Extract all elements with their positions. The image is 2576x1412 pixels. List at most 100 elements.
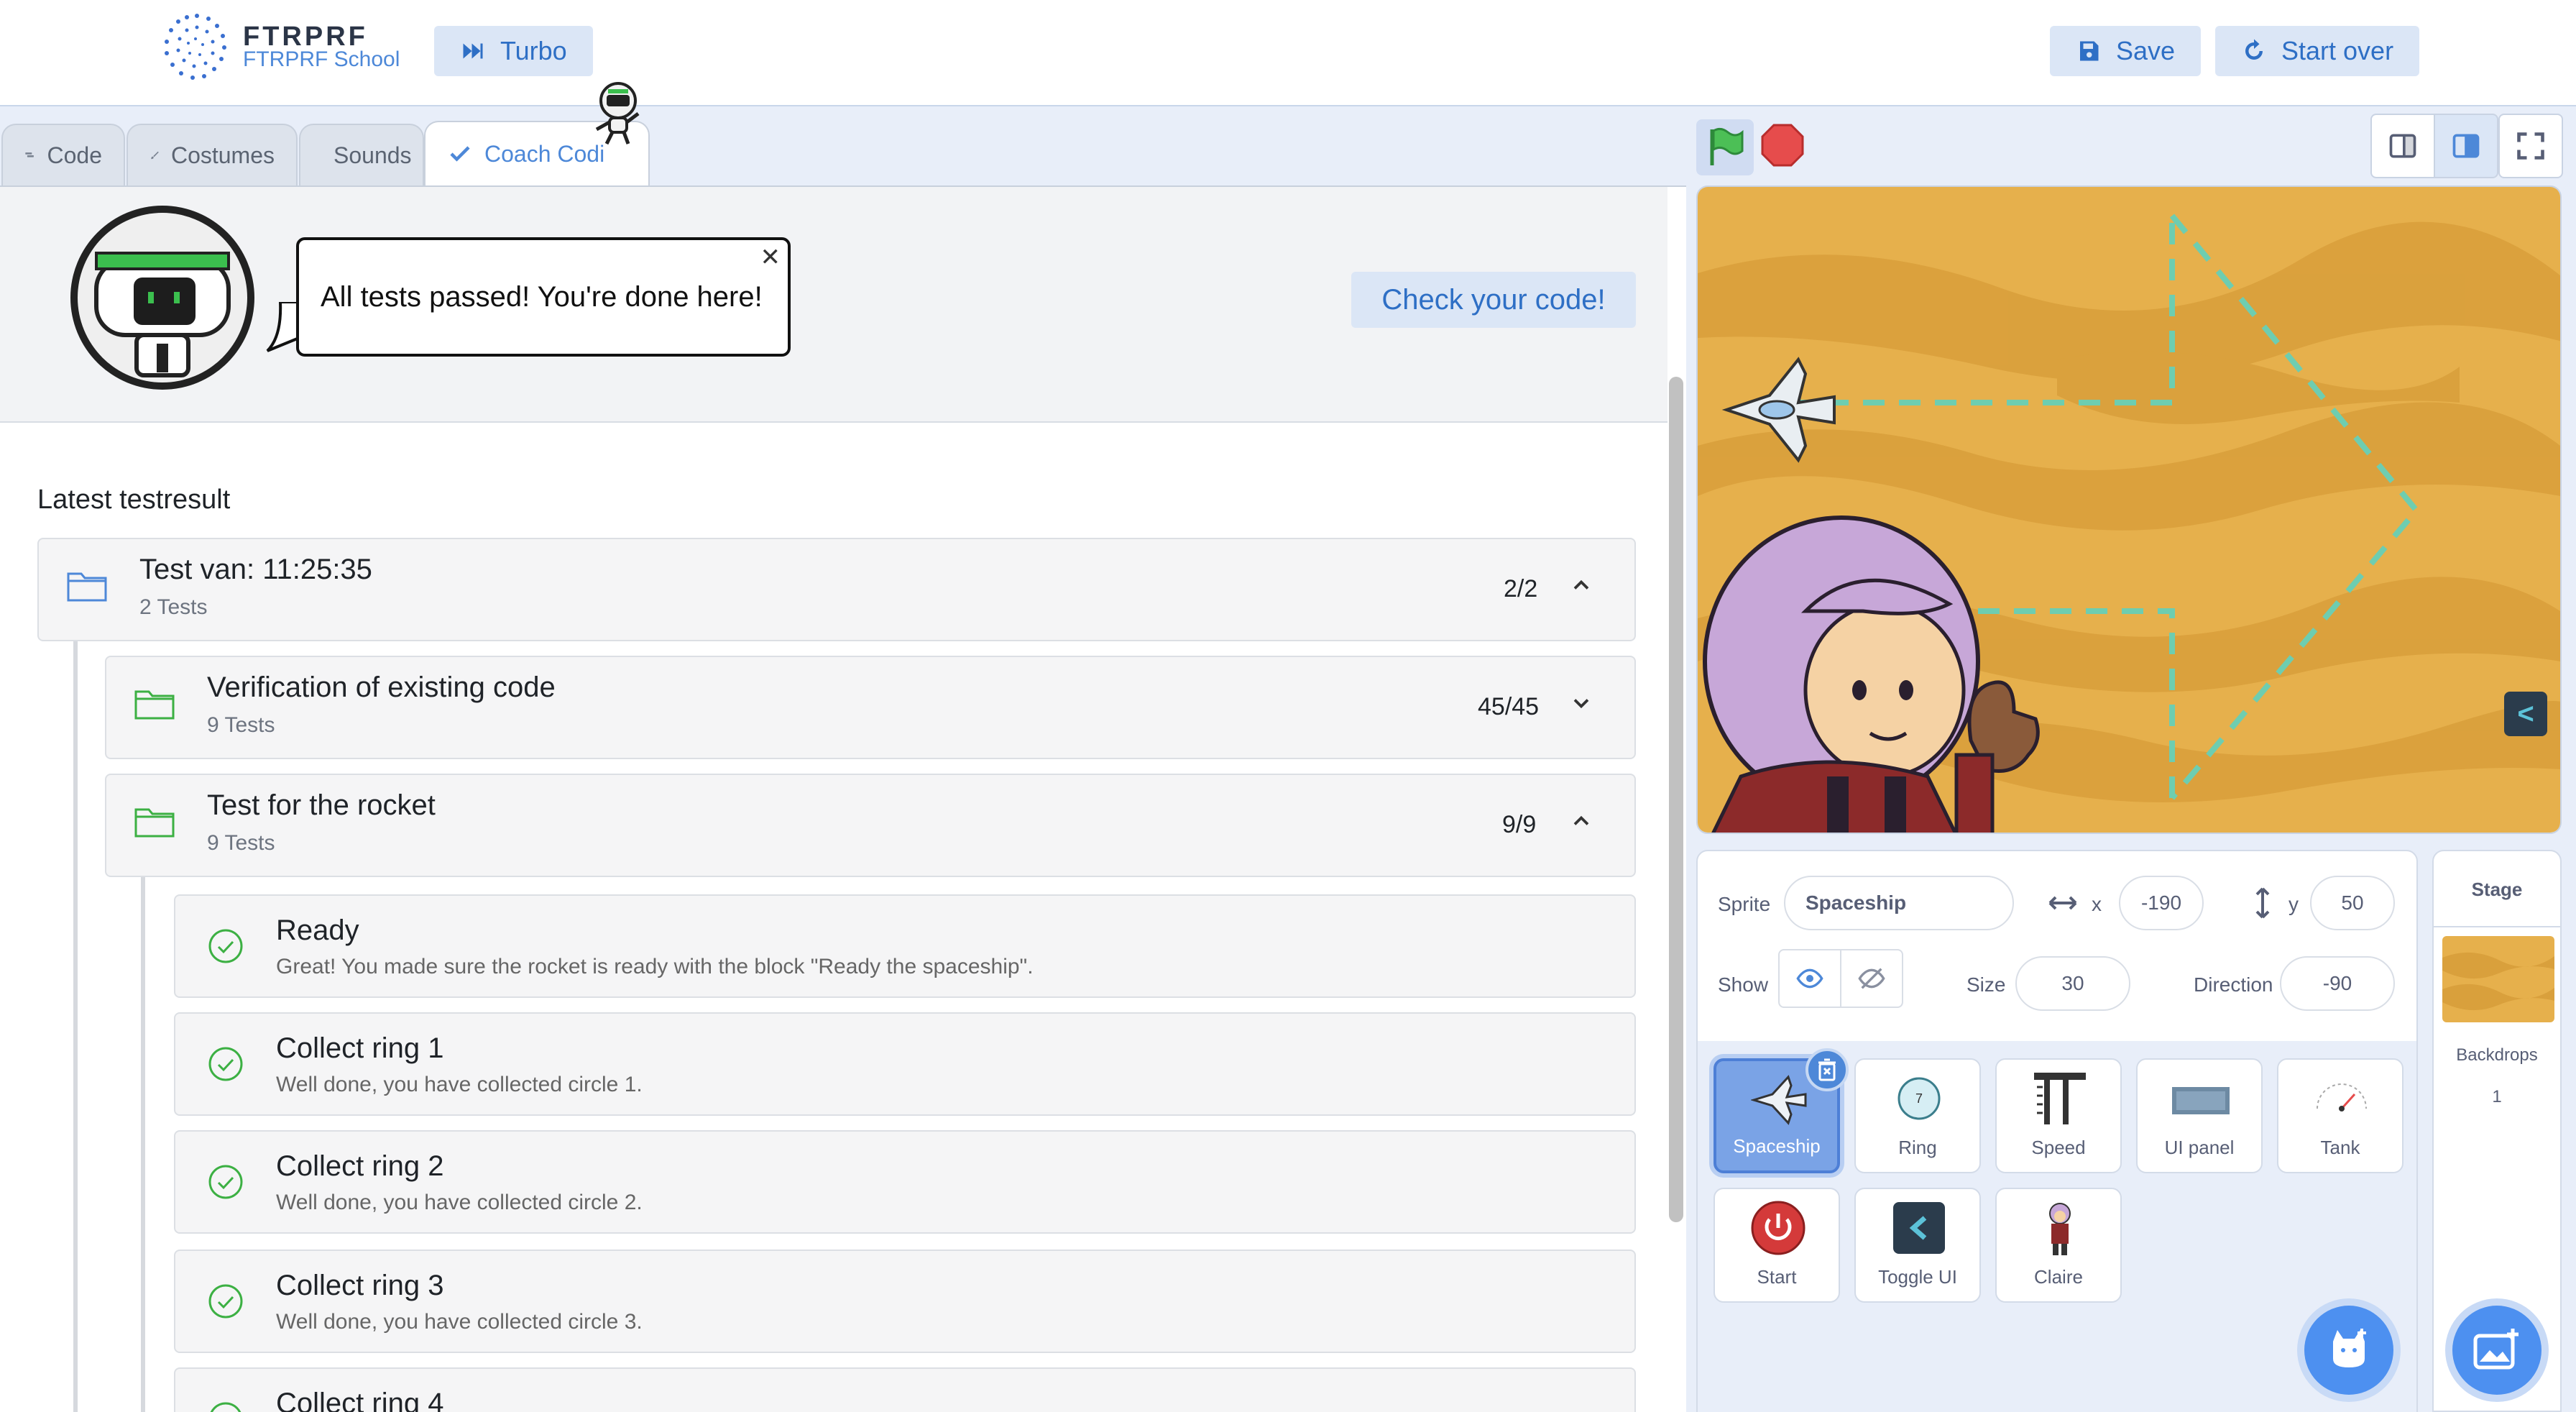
test-item-title: Collect ring 3	[276, 1270, 444, 1301]
stage-canvas[interactable]	[1696, 185, 2562, 834]
brush-icon	[151, 151, 159, 160]
test-group-subtitle: 2 Tests	[139, 595, 208, 619]
test-suite-subtitle: 9 Tests	[207, 713, 275, 737]
toggle-ui-icon	[1893, 1202, 1945, 1254]
chevron-down-icon[interactable]	[1568, 690, 1594, 716]
sprite-tile-label: Claire	[2034, 1266, 2083, 1288]
backdrops-label: Backdrops	[2456, 1045, 2538, 1065]
coach-header: All tests passed! You're done here! ✕ Ch…	[0, 187, 1668, 423]
brand-subtitle: FTRPRF School	[243, 47, 400, 71]
large-stage-button[interactable]	[2434, 114, 2498, 178]
check-code-button[interactable]: Check your code!	[1351, 272, 1636, 328]
power-icon	[1751, 1201, 1806, 1255]
coach-message-bubble: All tests passed! You're done here! ✕	[296, 237, 791, 357]
scrollbar[interactable]	[1669, 377, 1683, 1222]
small-stage-button[interactable]	[2370, 114, 2435, 178]
backdrop-thumbnail[interactable]	[2442, 936, 2554, 1022]
test-item-message: Well done, you have collected circle 2.	[276, 1191, 643, 1214]
save-button[interactable]: Save	[2050, 26, 2202, 76]
eye-icon	[1796, 968, 1823, 989]
sprite-tile-label: Speed	[2031, 1137, 2086, 1158]
y-label: y	[2288, 893, 2299, 915]
spaceship-icon	[1751, 1075, 1807, 1125]
claire-icon	[2049, 1203, 2071, 1255]
show-hidden-button[interactable]	[1841, 950, 1902, 1007]
sprite-tile-label: Start	[1757, 1266, 1797, 1288]
stage-scene	[1698, 187, 2560, 833]
stop-icon[interactable]	[1761, 124, 1804, 167]
sprite-tile-tank[interactable]: Tank	[2277, 1058, 2404, 1173]
fullscreen-button[interactable]	[2498, 114, 2563, 178]
test-item-title: Ready	[276, 914, 359, 946]
speed-icon	[2034, 1073, 2086, 1124]
test-item: Collect ring 3 Well done, you have colle…	[174, 1250, 1636, 1353]
folder-icon	[134, 690, 175, 720]
folder-icon	[134, 808, 175, 838]
sprite-info-panel: Sprite Spaceship x -190 y 50 Show Size 3…	[1696, 850, 2418, 1044]
start-over-button[interactable]: Start over	[2215, 26, 2420, 76]
add-sprite-button[interactable]	[2304, 1306, 2393, 1395]
tab-costumes[interactable]: Costumes	[126, 124, 298, 185]
sprite-tile-label: Tank	[2320, 1137, 2360, 1158]
ftrprf-logo-icon	[165, 14, 226, 80]
tree-line	[73, 641, 78, 1412]
x-input[interactable]: -190	[2119, 876, 2204, 930]
sprite-name-input[interactable]: Spaceship	[1784, 876, 2014, 930]
close-icon[interactable]: ✕	[760, 243, 781, 272]
cat-plus-icon	[2333, 1329, 2366, 1367]
restart-icon	[2245, 39, 2263, 60]
green-flag-button[interactable]	[1696, 119, 1754, 175]
chevron-up-icon[interactable]	[1568, 808, 1594, 834]
sprite-tile-ring[interactable]: 7 Ring	[1854, 1058, 1981, 1173]
size-input[interactable]: 30	[2015, 956, 2130, 1011]
sprite-tile-toggle-ui[interactable]: Toggle UI	[1854, 1188, 1981, 1303]
start-over-label: Start over	[2281, 36, 2394, 65]
sprite-tile-claire[interactable]: Claire	[1995, 1188, 2122, 1303]
test-suite-title: Test for the rocket	[207, 789, 436, 821]
toggle-ui-button[interactable]: <	[2504, 692, 2547, 736]
stage-pane-title: Stage	[2471, 879, 2523, 900]
test-item-title: Collect ring 1	[276, 1032, 444, 1064]
check-circle-icon	[208, 929, 243, 963]
fast-forward-icon	[463, 43, 483, 59]
check-circle-icon	[208, 1165, 243, 1199]
tab-sounds-label: Sounds	[334, 142, 412, 168]
turbo-button[interactable]: Turbo	[434, 26, 593, 76]
horizontal-arrows-icon	[2048, 896, 2077, 910]
test-suite-row[interactable]: Test for the rocket 9 Tests 9/9	[105, 774, 1636, 877]
tree-line	[141, 877, 145, 1412]
sprite-tile-label: Toggle UI	[1878, 1266, 1957, 1288]
show-label: Show	[1718, 973, 1769, 996]
small-stage-icon	[2389, 134, 2416, 158]
x-label: x	[2092, 893, 2102, 915]
sprite-tile-ui-panel[interactable]: UI panel	[2136, 1058, 2263, 1173]
sprite-tile-start[interactable]: Start	[1714, 1188, 1840, 1303]
show-visible-button[interactable]	[1780, 950, 1841, 1007]
y-input[interactable]: 50	[2310, 876, 2395, 930]
sprite-list: Spaceship 7 Ring Speed UI panel Tank Sta…	[1696, 1041, 2418, 1412]
coach-panel: All tests passed! You're done here! ✕ Ch…	[0, 185, 1686, 1412]
sprite-tile-label: Spaceship	[1733, 1135, 1821, 1157]
direction-label: Direction	[2194, 973, 2273, 996]
coach-codi-avatar-icon	[70, 206, 254, 390]
ring-icon: 7	[1898, 1077, 1941, 1120]
direction-input[interactable]: -90	[2280, 956, 2395, 1011]
astronaut-icon	[595, 82, 640, 145]
test-suite-score: 9/9	[1502, 811, 1537, 838]
test-group-row[interactable]: Test van: 11:25:35 2 Tests 2/2	[37, 538, 1636, 641]
tab-code[interactable]: Code	[1, 124, 125, 185]
tank-icon	[2317, 1083, 2367, 1111]
backdrop-plus-icon	[2473, 1329, 2518, 1370]
backdrops-count: 1	[2492, 1087, 2502, 1106]
sprite-tile-speed[interactable]: Speed	[1995, 1058, 2122, 1173]
sprite-tile-spaceship[interactable]: Spaceship	[1714, 1048, 1849, 1173]
add-backdrop-button[interactable]	[2452, 1306, 2542, 1395]
test-item: Collect ring 4	[174, 1367, 1636, 1412]
chevron-up-icon[interactable]	[1568, 572, 1594, 598]
coach-message: All tests passed! You're done here!	[321, 280, 763, 313]
tab-sounds[interactable]: Sounds	[299, 124, 424, 185]
tab-code-label: Code	[47, 142, 103, 168]
delete-sprite-button[interactable]	[1806, 1048, 1849, 1091]
test-item-title: Collect ring 2	[276, 1150, 444, 1182]
test-suite-row[interactable]: Verification of existing code 9 Tests 45…	[105, 656, 1636, 759]
